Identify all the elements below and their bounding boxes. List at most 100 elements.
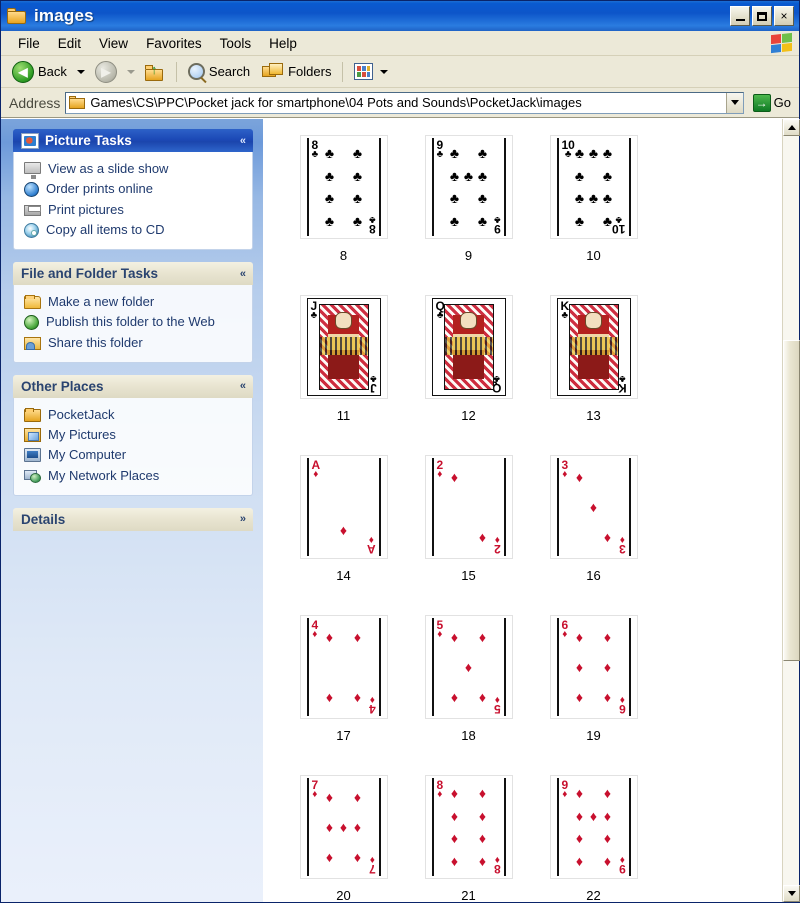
file-item[interactable]: J ♣ J ♣ 11 xyxy=(281,295,406,455)
place-my-network-places[interactable]: My Network Places xyxy=(24,466,244,486)
card-suit-icon: ♣ xyxy=(311,149,319,161)
menu-file[interactable]: File xyxy=(9,34,49,53)
thumbnail[interactable]: J ♣ J ♣ xyxy=(299,295,388,399)
folder-icon xyxy=(24,407,41,422)
file-item[interactable]: 3 ♦ 3 ♦ ♦ ♦ ♦ 16 xyxy=(531,455,656,615)
chevron-up-icon[interactable]: « xyxy=(240,380,246,392)
card-suit-icon: ♦ xyxy=(369,693,375,705)
file-item[interactable]: K ♣ K ♣ 13 xyxy=(531,295,656,455)
file-item[interactable]: 8 ♣ 8 ♣ ♣ ♣ ♣ ♣ ♣ ♣ ♣ ♣ 8 xyxy=(281,135,406,295)
menu-favorites[interactable]: Favorites xyxy=(137,34,211,53)
chevron-up-icon[interactable]: « xyxy=(240,135,246,147)
file-item[interactable]: 8 ♦ 8 ♦ ♦ ♦ ♦ ♦ ♦ ♦ ♦ ♦ 21 xyxy=(406,775,531,902)
panel-header-other-places[interactable]: Other Places « xyxy=(13,374,253,398)
task-print-pictures[interactable]: Print pictures xyxy=(24,200,244,220)
task-make-a-new-folder[interactable]: Make a new folder xyxy=(24,292,244,312)
thumbnail[interactable]: 6 ♦ 6 ♦ ♦ ♦ ♦ ♦ ♦ ♦ xyxy=(549,615,638,719)
card-corner-br: 9 ♦ xyxy=(619,854,626,876)
task-view-as-slideshow[interactable]: View as a slide show xyxy=(24,159,244,179)
menu-help[interactable]: Help xyxy=(260,34,306,53)
address-dropdown-button[interactable] xyxy=(725,92,743,113)
card-pip: ♦ xyxy=(325,789,334,805)
file-item[interactable]: 9 ♣ 9 ♣ ♣ ♣ ♣ ♣ ♣ ♣ ♣ ♣ ♣ 9 xyxy=(406,135,531,295)
thumbnail[interactable]: 9 ♣ 9 ♣ ♣ ♣ ♣ ♣ ♣ ♣ ♣ ♣ ♣ xyxy=(424,135,513,239)
card-suit-icon: ♦ xyxy=(619,693,625,705)
forward-button[interactable]: ▶ xyxy=(90,59,122,85)
go-button[interactable]: → Go xyxy=(749,93,795,112)
card-pip: ♦ xyxy=(353,689,362,705)
task-share-this-folder[interactable]: Share this folder xyxy=(24,333,244,353)
card-pips: ♦ xyxy=(323,462,365,552)
card-pips: ♣ ♣ ♣ ♣ ♣ ♣ ♣ ♣ xyxy=(323,142,365,232)
task-publish-this-folder-to-the-web[interactable]: Publish this folder to the Web xyxy=(24,312,244,332)
file-item[interactable]: 7 ♦ 7 ♦ ♦ ♦ ♦ ♦ ♦ ♦ ♦ 20 xyxy=(281,775,406,902)
thumbnail[interactable]: 8 ♦ 8 ♦ ♦ ♦ ♦ ♦ ♦ ♦ ♦ ♦ xyxy=(424,775,513,879)
thumbnail[interactable]: 2 ♦ 2 ♦ ♦ ♦ xyxy=(424,455,513,559)
place-my-pictures[interactable]: My Pictures xyxy=(24,425,244,445)
address-label: Address xyxy=(9,94,61,111)
thumbnail[interactable]: 3 ♦ 3 ♦ ♦ ♦ ♦ xyxy=(549,455,638,559)
place-pocketjack[interactable]: PocketJack xyxy=(24,405,244,425)
file-item[interactable]: 9 ♦ 9 ♦ ♦ ♦ ♦ ♦ ♦ ♦ ♦ ♦ ♦ 22 xyxy=(531,775,656,902)
search-button[interactable]: Search xyxy=(183,59,255,85)
thumbnail[interactable]: 10 ♣ 10 ♣ ♣ ♣ ♣ ♣ ♣ ♣ ♣ ♣ ♣ ♣ xyxy=(549,135,638,239)
card-corner-br: A ♦ xyxy=(367,533,376,556)
menu-tools[interactable]: Tools xyxy=(211,34,261,53)
thumbnail[interactable]: 8 ♣ 8 ♣ ♣ ♣ ♣ ♣ ♣ ♣ ♣ ♣ xyxy=(299,135,388,239)
views-button[interactable] xyxy=(349,59,396,85)
task-copy-all-items-to-cd[interactable]: Copy all items to CD xyxy=(24,220,244,240)
thumbnail[interactable]: 4 ♦ 4 ♦ ♦ ♦ ♦ ♦ xyxy=(299,615,388,719)
file-item[interactable]: A ♦ A ♦ ♦ 14 xyxy=(281,455,406,615)
card-pip: ♣ xyxy=(352,145,363,162)
card-suit-icon: ♦ xyxy=(313,469,319,481)
thumbnail[interactable]: 7 ♦ 7 ♦ ♦ ♦ ♦ ♦ ♦ ♦ ♦ xyxy=(299,775,388,879)
file-item[interactable]: 2 ♦ 2 ♦ ♦ ♦ 15 xyxy=(406,455,531,615)
thumbnail[interactable]: A ♦ A ♦ ♦ xyxy=(299,455,388,559)
address-folder-icon xyxy=(69,95,86,110)
toolbar-separator xyxy=(175,61,177,82)
card-corner-br: 2 ♦ xyxy=(494,534,501,556)
scroll-down-button[interactable] xyxy=(783,885,800,902)
file-item[interactable]: Q ♣ Q ♣ 12 xyxy=(406,295,531,455)
file-item[interactable]: 10 ♣ 10 ♣ ♣ ♣ ♣ ♣ ♣ ♣ ♣ ♣ ♣ ♣ 10 xyxy=(531,135,656,295)
chevron-down-icon[interactable]: » xyxy=(240,513,246,525)
panel-header-file-and-folder-tasks[interactable]: File and Folder Tasks « xyxy=(13,262,253,285)
back-dropdown-icon[interactable] xyxy=(76,69,85,74)
card-pips: ♦ ♦ xyxy=(448,462,490,552)
folders-button[interactable]: Folders xyxy=(257,59,336,85)
scrollbar-thumb[interactable] xyxy=(783,339,800,661)
back-button[interactable]: ◀ Back xyxy=(7,59,72,85)
panel-header-picture-tasks[interactable]: Picture Tasks « xyxy=(13,129,253,152)
file-item[interactable]: 4 ♦ 4 ♦ ♦ ♦ ♦ ♦ 17 xyxy=(281,615,406,775)
place-my-computer[interactable]: My Computer xyxy=(24,445,244,465)
panel-picture-tasks: Picture Tasks « View as a slide show Ord… xyxy=(13,129,253,250)
thumbnail[interactable]: K ♣ K ♣ xyxy=(549,295,638,399)
task-order-prints-online[interactable]: Order prints online xyxy=(24,179,244,199)
card-suit-icon: ♦ xyxy=(368,533,374,545)
file-name-label: 11 xyxy=(336,408,351,423)
address-bar: Address Games\CS\PPC\Pocket jack for sma… xyxy=(1,88,799,118)
forward-dropdown-icon[interactable] xyxy=(126,69,135,74)
up-button[interactable]: ↑ xyxy=(140,59,170,85)
scroll-up-button[interactable] xyxy=(783,119,800,136)
thumbnail[interactable]: 5 ♦ 5 ♦ ♦ ♦ ♦ ♦ ♦ xyxy=(424,615,513,719)
chevron-up-icon[interactable]: « xyxy=(240,268,246,280)
card-pip: ♦ xyxy=(603,659,612,675)
card-pips: ♦ ♦ ♦ xyxy=(573,462,615,552)
vertical-scrollbar[interactable] xyxy=(782,119,800,902)
maximize-button[interactable] xyxy=(752,6,772,26)
minimize-button[interactable] xyxy=(730,6,750,26)
address-input[interactable]: Games\CS\PPC\Pocket jack for smartphone\… xyxy=(65,91,744,114)
menu-edit[interactable]: Edit xyxy=(49,34,90,53)
thumbnail[interactable]: Q ♣ Q ♣ xyxy=(424,295,513,399)
views-dropdown-icon[interactable] xyxy=(380,69,389,74)
card-pip: ♦ xyxy=(575,629,584,645)
task-label: Order prints online xyxy=(46,181,153,197)
panel-header-details[interactable]: Details » xyxy=(13,507,253,531)
file-item[interactable]: 5 ♦ 5 ♦ ♦ ♦ ♦ ♦ ♦ 18 xyxy=(406,615,531,775)
card-suit-icon: ♣ xyxy=(436,310,444,322)
close-button[interactable]: × xyxy=(774,6,794,26)
menu-view[interactable]: View xyxy=(90,34,137,53)
thumbnail[interactable]: 9 ♦ 9 ♦ ♦ ♦ ♦ ♦ ♦ ♦ ♦ ♦ ♦ xyxy=(549,775,638,879)
file-item[interactable]: 6 ♦ 6 ♦ ♦ ♦ ♦ ♦ ♦ ♦ 19 xyxy=(531,615,656,775)
